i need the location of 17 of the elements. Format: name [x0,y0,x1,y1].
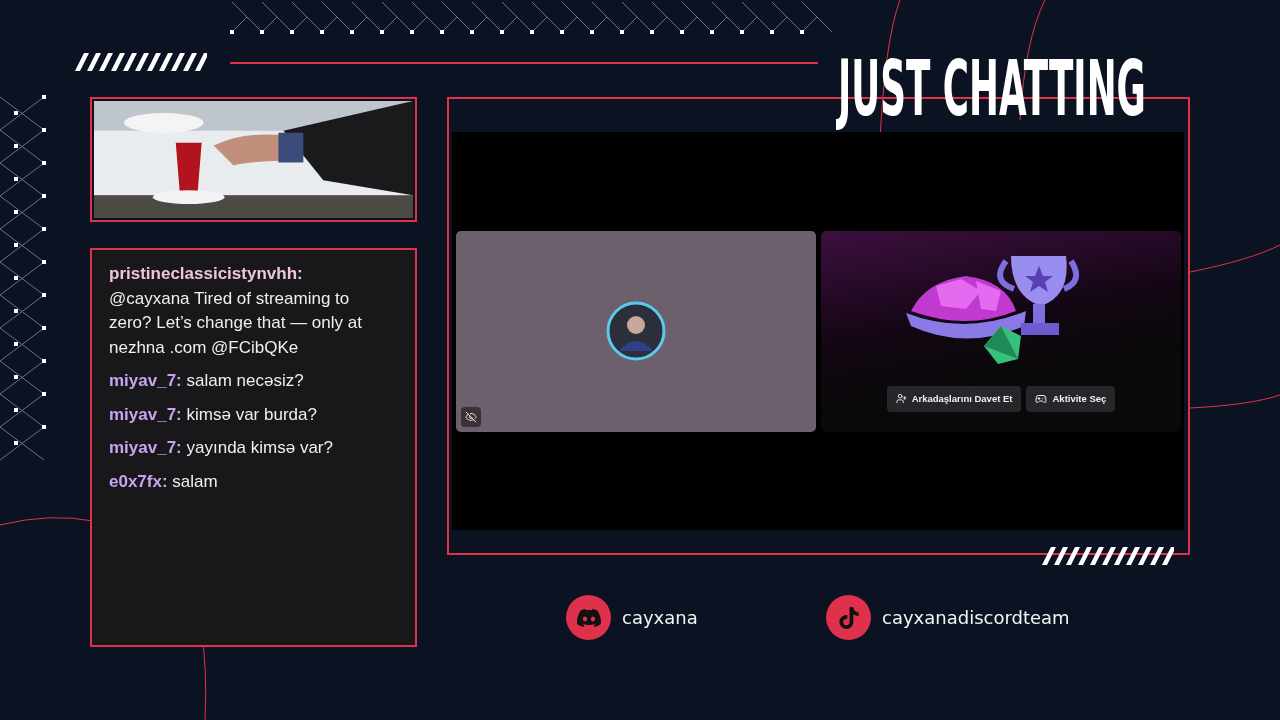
chat-message: pristineclassicistynvhh: @cayxana Tired of streaming to zero? Let’s change that — only at nezhna .com @FCibQKe [109,263,363,359]
choose-activity-button[interactable]: Aktivite Seç [1026,385,1116,412]
chat-message: miyav_7: yayında kimsə var? [109,437,334,459]
stripes-icon [75,53,207,71]
invite-friends-button[interactable]: Arkadaşlarını Davet Et [886,385,1022,412]
social-handle: cayxana [622,607,698,628]
gamepad-icon [1035,392,1048,405]
user-plus-icon [895,393,907,404]
discord-logo-icon [566,595,611,640]
stripes-icon [1042,547,1174,565]
eye-off-icon[interactable] [461,406,481,427]
avatar [606,301,666,361]
music-note-icon [826,595,871,640]
chat-message: miyav_7: kimsə var burda? [109,403,318,426]
chat-message: miyav_7: salam necəsiz? [109,370,305,392]
social-handle: cayxanadiscordteam [882,607,1070,628]
chat-message: e0x7fx: salam [109,470,219,493]
